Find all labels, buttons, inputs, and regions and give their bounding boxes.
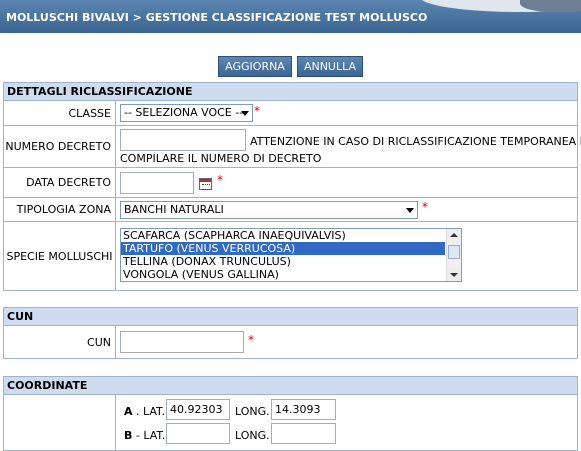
cun-section: CUN CUN * [3,307,578,359]
coordinate-section: COORDINATE A . LAT. LONG. B - LAT. LONG. [3,376,578,451]
listbox-scrollbar[interactable] [446,229,461,281]
page-header: MOLLUSCHI BIVALVI > GESTIONE CLASSIFICAZ… [0,0,581,33]
numero-decreto-note-line2: COMPILARE IL NUMERO DI DECRETO [120,152,322,165]
annulla-button[interactable]: ANNULLA [297,56,363,77]
cun-input[interactable] [120,331,244,353]
point-b-lat-input[interactable] [166,423,230,444]
tipologia-zona-row: TIPOLOGIA ZONA BANCHI NATURALI * [4,198,577,222]
point-a-long-input[interactable] [271,399,336,420]
required-marker: * [422,200,428,214]
tipologia-zona-select[interactable]: BANCHI NATURALI [120,201,418,219]
list-item[interactable]: VONGOLA (VENUS GALLINA) [121,268,445,281]
chevron-down-icon [406,208,414,213]
coordinate-section-title: COORDINATE [4,377,577,395]
classe-select-value: -- SELEZIONA VOCE -- [124,106,244,119]
required-marker: * [254,104,260,118]
list-item-selected[interactable]: TARTUFO (VENUS VERRUCOSA) [121,242,445,255]
data-decreto-input[interactable] [120,172,194,194]
dettagli-section: DETTAGLI RICLASSIFICAZIONE CLASSE -- SEL… [3,82,581,291]
numero-decreto-label: NUMERO DECRETO [4,126,116,167]
list-item[interactable]: SCAFARCA (SCAPHARCA INAEQUIVALVIS) [121,229,445,242]
required-marker: * [217,173,223,187]
numero-decreto-note-line1: ATTENZIONE IN CASO DI RICLASSIFICAZIONE … [250,135,581,148]
tipologia-zona-select-value: BANCHI NATURALI [124,203,224,216]
numero-decreto-input[interactable] [120,129,246,151]
classe-select[interactable]: -- SELEZIONA VOCE -- [120,104,253,122]
breadcrumb: MOLLUSCHI BIVALVI > GESTIONE CLASSIFICAZ… [6,11,428,24]
calendar-icon[interactable] [199,178,212,190]
classe-row: CLASSE -- SELEZIONA VOCE -- * [4,101,577,126]
classe-label: CLASSE [4,101,116,125]
point-b-long-input[interactable] [271,423,336,444]
coordinate-row: A . LAT. LONG. B - LAT. LONG. [4,395,577,451]
data-decreto-row: DATA DECRETO * [4,168,577,198]
required-marker: * [248,333,254,347]
point-a-lat-label: A . LAT. [124,405,165,418]
data-decreto-label: DATA DECRETO [4,168,116,197]
scroll-down-icon[interactable] [447,268,461,281]
point-b-long-label: LONG. [235,429,270,442]
numero-decreto-row: NUMERO DECRETO ATTENZIONE IN CASO DI RIC… [4,126,581,168]
scroll-up-icon[interactable] [447,229,461,242]
specie-molluschi-listbox[interactable]: SCAFARCA (SCAPHARCA INAEQUIVALVIS) TARTU… [120,228,462,282]
list-item[interactable]: TELLINA (DONAX TRUNCULUS) [121,255,445,268]
chevron-down-icon [241,111,249,116]
aggiorna-button[interactable]: AGGIORNA [218,56,292,77]
point-b-lat-label: B - LAT. [124,429,166,442]
dettagli-section-title: DETTAGLI RICLASSIFICAZIONE [4,83,577,101]
point-a-long-label: LONG. [235,405,270,418]
cun-row: CUN * [4,326,577,358]
specie-molluschi-label: SPECIE MOLLUSCHI [4,222,116,290]
scrollbar-thumb[interactable] [448,245,460,259]
point-a-lat-input[interactable] [166,399,230,420]
cun-label: CUN [4,326,116,358]
cun-section-title: CUN [4,308,577,326]
tipologia-zona-label: TIPOLOGIA ZONA [4,198,116,221]
coordinate-label [4,395,116,451]
specie-molluschi-row: SPECIE MOLLUSCHI SCAFARCA (SCAPHARCA INA… [4,222,577,290]
